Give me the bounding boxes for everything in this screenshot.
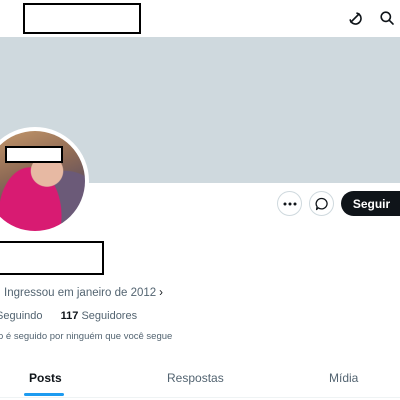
more-options-button[interactable]	[277, 191, 302, 216]
redacted-display-name	[0, 241, 104, 275]
top-bar	[0, 0, 400, 37]
following-link[interactable]: Seguindo	[0, 310, 43, 322]
followers-count: 117	[60, 310, 79, 322]
tab-respostas[interactable]: Respostas	[167, 371, 224, 385]
following-label: Seguindo	[0, 310, 43, 322]
followed-by-note: o é seguido por ninguém que você segue	[0, 331, 173, 342]
tab-posts[interactable]: Posts	[29, 371, 62, 385]
more-dots-icon	[283, 202, 296, 205]
follow-button[interactable]: Seguir	[341, 191, 400, 216]
redacted-header-name	[23, 3, 141, 34]
chat-bubble-icon	[315, 197, 328, 210]
redacted-avatar-label	[5, 146, 63, 163]
chevron-right-icon[interactable]: ›	[159, 287, 163, 299]
grok-icon[interactable]	[346, 9, 364, 27]
active-tab-indicator	[24, 393, 64, 396]
tab-midia[interactable]: Mídia	[329, 371, 358, 385]
search-icon[interactable]	[378, 9, 396, 27]
follow-stats: Seguindo 117 Seguidores	[0, 310, 137, 322]
followers-link[interactable]: 117 Seguidores	[61, 310, 137, 322]
joined-text: Ingressou em janeiro de 2012	[4, 287, 157, 299]
joined-date: Ingressou em janeiro de 2012 ›	[4, 287, 163, 299]
followers-label: Seguidores	[81, 310, 138, 322]
message-button[interactable]	[309, 191, 334, 216]
